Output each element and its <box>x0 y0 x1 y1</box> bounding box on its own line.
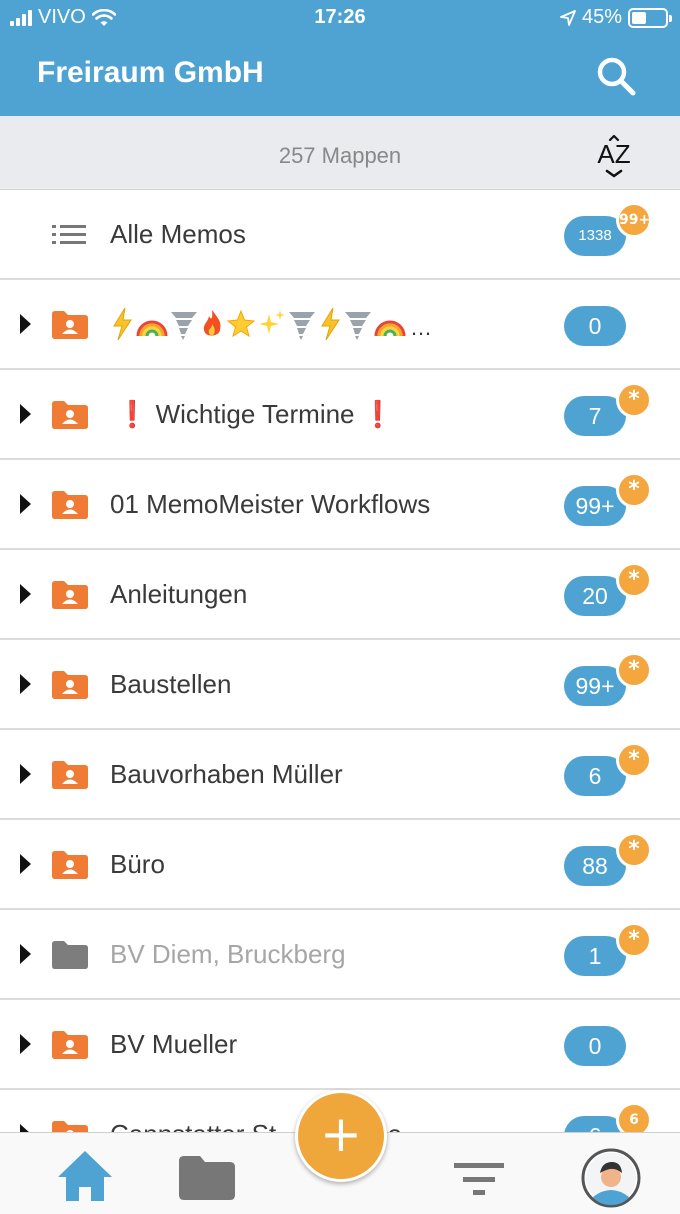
shared-folder-icon <box>52 311 88 339</box>
favorite-badge: * <box>616 652 652 688</box>
shared-folder-icon <box>52 761 88 789</box>
folder-row[interactable]: 01 MemoMeister Workflows 99+ * <box>0 460 680 550</box>
glowing-star-icon <box>226 309 256 338</box>
all-memos-row[interactable]: Alle Memos 1338 99+ <box>0 190 680 280</box>
lightning-icon <box>113 307 132 341</box>
folder-name-emoji: … <box>110 302 432 346</box>
expand-caret-icon[interactable] <box>20 494 31 514</box>
shared-folder-icon <box>52 581 88 609</box>
app-bar: Freiraum GmbH <box>0 34 680 116</box>
folder-name: Anleitungen <box>110 579 248 609</box>
expand-caret-icon[interactable] <box>20 764 31 784</box>
folder-name: BV Diem, Bruckberg <box>110 939 346 969</box>
home-icon[interactable] <box>40 1133 130 1214</box>
favorite-badge: * <box>616 832 652 868</box>
folder-name: Baustellen <box>110 669 232 699</box>
battery-percent: 45% <box>581 6 622 28</box>
battery-info: 45% <box>560 6 672 29</box>
location-arrow-icon <box>560 9 576 26</box>
truncation-ellipsis: … <box>410 315 432 340</box>
folder-name: BV Mueller <box>110 1029 238 1059</box>
folder-summary-bar: 257 Mappen AZ <box>0 116 680 190</box>
memo-count-badge: 0 <box>564 1026 626 1066</box>
sort-az-icon[interactable]: AZ <box>592 134 636 178</box>
sparkles-icon <box>259 310 285 334</box>
tornado-icon <box>289 312 315 340</box>
rainbow-icon <box>136 320 168 337</box>
favorite-badge: * <box>616 742 652 778</box>
folder-row[interactable]: Baustellen 99+ * <box>0 640 680 730</box>
expand-caret-icon[interactable] <box>20 314 31 334</box>
folder-name: Büro <box>110 849 165 879</box>
memo-count-badge: 0 <box>564 306 626 346</box>
shared-folder-icon <box>52 1031 88 1059</box>
folder-icon[interactable] <box>162 1133 252 1214</box>
expand-caret-icon[interactable] <box>20 404 31 424</box>
folder-row[interactable]: ❗ Wichtige Termine ❗ 7 * <box>0 370 680 460</box>
expand-caret-icon[interactable] <box>20 854 31 874</box>
status-bar: VIVO 17:26 45% <box>0 0 680 34</box>
favorite-badge: * <box>616 562 652 598</box>
favorite-badge: * <box>616 382 652 418</box>
favorite-badge: * <box>616 472 652 508</box>
folder-row[interactable]: … 0 <box>0 280 680 370</box>
folder-row[interactable]: Büro 88 * <box>0 820 680 910</box>
avatar-icon[interactable] <box>566 1133 656 1214</box>
expand-caret-icon[interactable] <box>20 944 31 964</box>
page-title: Freiraum GmbH <box>37 56 264 89</box>
shared-folder-icon <box>52 491 88 519</box>
folder-count: 257 Mappen <box>278 143 402 168</box>
folder-row[interactable]: BV Mueller 0 <box>0 1000 680 1090</box>
lightning-icon <box>321 307 340 341</box>
rainbow-icon <box>374 320 406 337</box>
sort-label: AZ <box>597 139 630 169</box>
folder-name: 01 MemoMeister Workflows <box>110 489 431 519</box>
expand-caret-icon[interactable] <box>20 1124 31 1132</box>
filter-icon[interactable] <box>434 1133 524 1214</box>
add-button[interactable]: + <box>295 1090 387 1182</box>
expand-caret-icon[interactable] <box>20 584 31 604</box>
shared-folder-icon <box>52 1121 88 1132</box>
shared-folder-icon <box>52 401 88 429</box>
folder-name: Bauvorhaben Müller <box>110 759 343 789</box>
search-icon[interactable] <box>592 52 640 100</box>
unread-badge: 99+ <box>616 202 652 238</box>
folder-row[interactable]: BV Diem, Bruckberg 1 * <box>0 910 680 1000</box>
shared-folder-icon <box>52 671 88 699</box>
unread-badge: 6 <box>616 1102 652 1132</box>
folder-icon <box>52 941 88 969</box>
folder-list: Alle Memos 1338 99+ … 0 ❗ Wichtige Termi… <box>0 190 680 1132</box>
shared-folder-icon <box>52 851 88 879</box>
tornado-icon <box>345 312 371 340</box>
favorite-badge: * <box>616 922 652 958</box>
folder-row[interactable]: Anleitungen 20 * <box>0 550 680 640</box>
battery-icon <box>628 7 672 28</box>
all-memos-label: Alle Memos <box>110 219 246 249</box>
folder-name: ❗ Wichtige Termine ❗ <box>116 399 395 429</box>
tornado-icon <box>171 312 197 340</box>
expand-caret-icon[interactable] <box>20 674 31 694</box>
list-icon <box>52 225 86 244</box>
folder-row[interactable]: Bauvorhaben Müller 6 * <box>0 730 680 820</box>
fire-icon <box>203 310 221 336</box>
expand-caret-icon[interactable] <box>20 1034 31 1054</box>
